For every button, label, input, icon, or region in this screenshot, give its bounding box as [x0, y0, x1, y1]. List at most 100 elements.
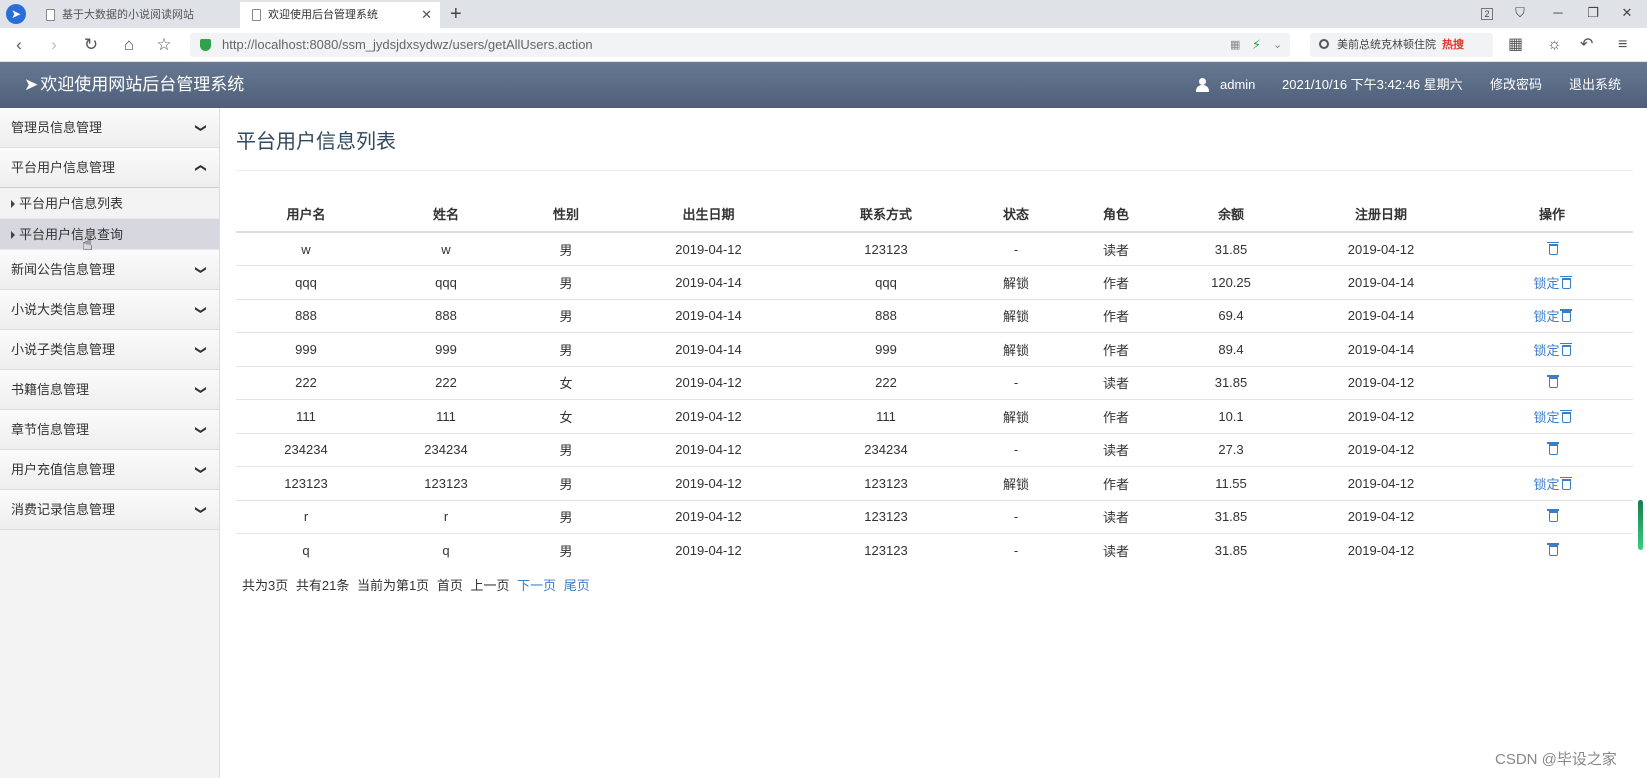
lock-link[interactable]: 锁定	[1533, 477, 1559, 492]
trash-icon[interactable]	[1559, 275, 1572, 289]
main-content: 平台用户信息列表 用户名 姓名 性别 出生日期 联系方式 状态 角色 余额 注册…	[221, 108, 1647, 778]
table-header-row: 用户名 姓名 性别 出生日期 联系方式 状态 角色 余额 注册日期 操作	[236, 196, 1633, 233]
close-window-icon[interactable]: ✕	[1617, 4, 1637, 22]
browser-tab-1[interactable]: 基于大数据的小说阅读网站	[34, 2, 222, 28]
table-cell: 2019-04-12	[1291, 533, 1471, 567]
lock-link[interactable]: 锁定	[1533, 410, 1559, 425]
col-gender: 性别	[516, 196, 616, 233]
table-cell: 2019-04-12	[616, 466, 801, 500]
trash-icon[interactable]	[1546, 509, 1559, 523]
browser-search-box[interactable]: 美前总统克林顿住院 热搜	[1310, 33, 1493, 57]
url-text[interactable]: http://localhost:8080/ssm_jydsjdxsydwz/u…	[222, 33, 593, 57]
table-cell: 男	[516, 332, 616, 366]
restore-icon[interactable]: ❐	[1583, 4, 1603, 22]
table-cell: 作者	[1061, 466, 1171, 500]
lock-link[interactable]: 锁定	[1533, 276, 1559, 291]
trash-icon[interactable]	[1559, 476, 1572, 490]
back-icon[interactable]: ‹	[8, 34, 30, 56]
chevron-up-icon: ❯	[194, 163, 207, 173]
scrollbar-thumb[interactable]	[1638, 500, 1643, 550]
logout-link[interactable]: 退出系统	[1569, 62, 1621, 108]
undo-icon[interactable]: ↶	[1580, 34, 1593, 56]
next-page-link[interactable]: 下一页	[517, 578, 556, 593]
table-cell: 2019-04-12	[1291, 432, 1471, 467]
home-icon[interactable]: ⌂	[118, 34, 140, 56]
sidebar-group-platform-users[interactable]: 平台用户信息管理 ❯	[0, 148, 219, 188]
sidebar-group-consumption[interactable]: 消费记录信息管理 ❯	[0, 490, 219, 530]
lock-link[interactable]: 锁定	[1533, 309, 1559, 324]
table-cell: 男	[516, 265, 616, 299]
lightning-icon[interactable]: ⚡	[1252, 33, 1261, 57]
refresh-icon[interactable]: ↻	[80, 34, 102, 56]
table-cell: 2019-04-14	[1291, 332, 1471, 366]
trash-icon[interactable]	[1559, 409, 1572, 423]
actions-cell	[1471, 432, 1633, 467]
chevron-down-icon: ❯	[194, 265, 207, 275]
table-cell: 2019-04-12	[1291, 399, 1471, 433]
group-label: 小说子类信息管理	[11, 342, 116, 357]
bookmark-star-icon[interactable]: ☆	[153, 34, 175, 56]
actions-cell	[1471, 231, 1633, 266]
qr-icon[interactable]: ▦	[1230, 33, 1240, 57]
table-cell: -	[971, 365, 1061, 400]
sidebar-group-books[interactable]: 书籍信息管理 ❯	[0, 370, 219, 410]
tab-title: 欢迎使用后台管理系统	[268, 9, 378, 21]
table-cell: 男	[516, 432, 616, 467]
trash-icon[interactable]	[1559, 309, 1572, 323]
table-cell: 解锁	[971, 265, 1061, 299]
sidebar-group-novel-category[interactable]: 小说大类信息管理 ❯	[0, 290, 219, 330]
table-cell: -	[971, 432, 1061, 467]
sidebar-item-user-query[interactable]: 平台用户信息查询	[0, 219, 219, 250]
new-tab-button[interactable]: +	[450, 2, 462, 26]
trash-icon[interactable]	[1546, 543, 1559, 556]
table-cell: 2019-04-14	[616, 298, 801, 333]
browser-tab-2[interactable]: 欢迎使用后台管理系统 ✕	[240, 2, 440, 28]
table-cell: 男	[516, 466, 616, 500]
trash-icon[interactable]	[1559, 342, 1572, 356]
lock-link[interactable]: 锁定	[1533, 343, 1559, 358]
address-bar[interactable]: http://localhost:8080/ssm_jydsjdxsydwz/u…	[190, 33, 1290, 57]
search-suggestion: 美前总统克林顿住院	[1337, 39, 1436, 51]
last-page-link[interactable]: 尾页	[564, 578, 590, 593]
minimize-icon[interactable]: ─	[1548, 4, 1568, 22]
table-cell: 2019-04-12	[1291, 499, 1471, 534]
table-cell: 999	[236, 332, 376, 366]
caret-right-icon	[11, 231, 15, 239]
table-cell: 男	[516, 499, 616, 534]
secure-shield-icon	[200, 39, 211, 51]
apps-grid-icon[interactable]: ▦	[1508, 34, 1523, 56]
sidebar-group-chapters[interactable]: 章节信息管理 ❯	[0, 410, 219, 450]
sidebar-group-news[interactable]: 新闻公告信息管理 ❯	[0, 250, 219, 290]
table-cell: 123123	[236, 466, 376, 500]
group-label: 管理员信息管理	[11, 120, 103, 135]
change-password-link[interactable]: 修改密码	[1490, 62, 1542, 108]
sidebar-group-recharge[interactable]: 用户充值信息管理 ❯	[0, 450, 219, 490]
app-title-text: 欢迎使用网站后台管理系统	[40, 75, 245, 94]
actions-cell	[1471, 365, 1633, 400]
browser-toolbar: ‹ › ↻ ⌂ ☆ http://localhost:8080/ssm_jyds…	[0, 28, 1647, 62]
table-cell: 123123	[376, 466, 516, 500]
brightness-icon[interactable]: ☼	[1547, 34, 1562, 56]
actions-cell: 锁定	[1471, 265, 1633, 299]
skin-icon[interactable]: ⛉	[1510, 4, 1530, 22]
table-row: 222 222 女 2019-04-12 222- 读者 31.85 2019-04-12	[236, 365, 1633, 400]
sidebar-item-user-list[interactable]: 平台用户信息列表	[0, 188, 219, 219]
current-page: 当前为第1页	[356, 578, 430, 593]
trash-icon[interactable]	[1546, 375, 1559, 389]
table-cell: 69.4	[1171, 298, 1291, 333]
sidebar-group-admin[interactable]: 管理员信息管理 ❯	[0, 108, 219, 148]
close-tab-icon[interactable]: ✕	[421, 2, 432, 28]
tab-count-badge[interactable]: 2	[1481, 8, 1493, 20]
chevron-down-icon: ❯	[194, 305, 207, 315]
table-cell: 123123	[801, 466, 971, 500]
chevron-down-icon[interactable]: ⌄	[1273, 33, 1282, 57]
menu-icon[interactable]: ≡	[1618, 34, 1627, 56]
table-row: q q 男 2019-04-12 123123- 读者 31.85 2019-04-12	[236, 533, 1633, 567]
forward-icon[interactable]: ›	[43, 34, 65, 56]
trash-icon[interactable]	[1546, 241, 1559, 255]
trash-icon[interactable]	[1546, 442, 1559, 456]
actions-cell	[1471, 499, 1633, 534]
actions-cell	[1471, 533, 1633, 567]
col-register-date: 注册日期	[1291, 196, 1471, 233]
sidebar-group-novel-subcategory[interactable]: 小说子类信息管理 ❯	[0, 330, 219, 370]
